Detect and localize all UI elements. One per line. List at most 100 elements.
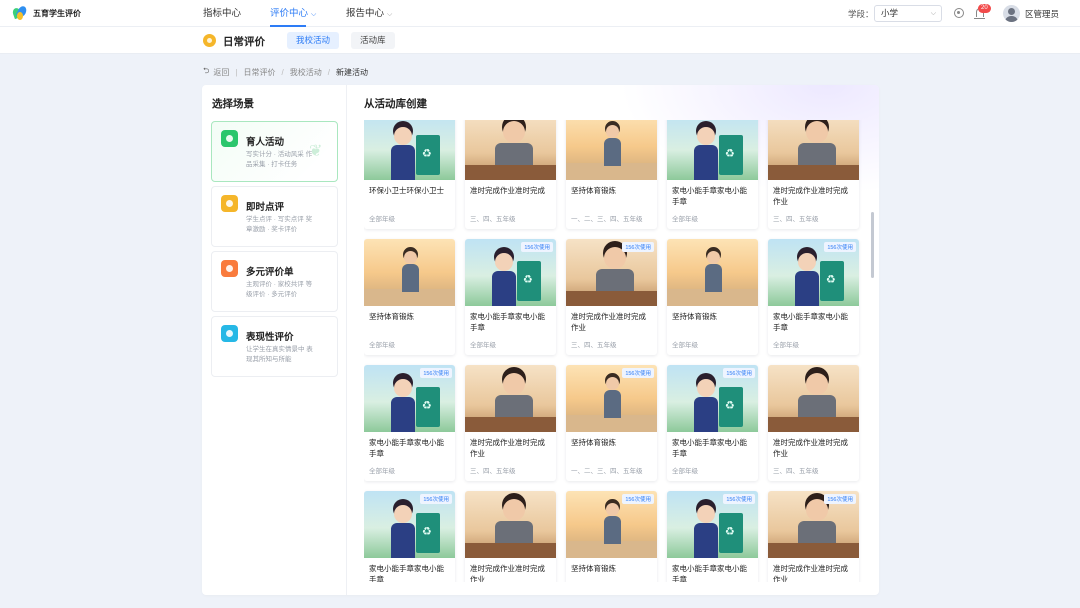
- top-nav: 五育学生评价 指标中心 评价中心 ⌵ 报告中心 ⌵ 学段： 小学 ⌵ 20 区管理员: [0, 0, 1080, 27]
- activity-grade: 一、二、三、四、五年级: [571, 216, 643, 223]
- activity-title: 准时完成作业准时完成作业: [571, 312, 646, 332]
- activity-thumbnail: 156次使用: [364, 365, 455, 432]
- activity-grade: 三、四、五年级: [470, 216, 516, 223]
- scene-name: 即时点评: [246, 202, 285, 213]
- back-link[interactable]: 返回: [213, 67, 229, 78]
- breadcrumb-item[interactable]: 我校活动: [290, 67, 322, 78]
- medal-icon: [221, 195, 238, 212]
- activity-thumbnail: 156次使用: [667, 365, 758, 432]
- scrollbar[interactable]: [871, 212, 874, 278]
- activity-thumbnail: [465, 120, 556, 180]
- usage-tag: 156次使用: [420, 494, 452, 504]
- activity-thumbnail: 156次使用: [566, 239, 657, 306]
- activity-thumbnail: 156次使用: [667, 491, 758, 558]
- main-panel: 选择场景 育人活动 写实计分 · 活动风采 作品采集 · 打卡任务 ❦ 即时点评…: [202, 85, 879, 595]
- tab-label: 活动库: [360, 35, 386, 45]
- segment-select[interactable]: 小学 ⌵: [874, 5, 942, 22]
- scene-name: 表现性评价: [246, 332, 294, 343]
- activity-title: 家电小能手章家电小能手章: [369, 438, 444, 458]
- activity-title: 准时完成作业准时完成作业: [773, 564, 848, 582]
- gear-icon[interactable]: [954, 8, 964, 18]
- activity-card[interactable]: 坚持体育锻炼 全部年级: [667, 239, 758, 355]
- activity-card[interactable]: 156次使用准时完成作业准时完成作业三、四、五年级: [768, 491, 859, 582]
- activity-title: 准时完成作业准时完成作业: [773, 438, 848, 458]
- activity-title: 准时完成作业准时完成作业: [470, 564, 545, 582]
- activity-grade: 全部年级: [672, 468, 698, 475]
- activity-grade: 全部年级: [672, 216, 698, 223]
- activity-grade: 全部年级: [369, 468, 395, 475]
- tab-my-school-activities[interactable]: 我校活动: [287, 32, 340, 49]
- activity-thumbnail: [667, 239, 758, 306]
- tab-activity-library[interactable]: 活动库: [351, 32, 395, 49]
- activity-card[interactable]: 环保小卫士环保小卫士全部年级: [364, 120, 455, 229]
- activity-card[interactable]: 156次使用坚持体育锻炼一、二、三、四、五年级: [566, 491, 657, 582]
- activity-title: 准时完成作业准时完成: [470, 186, 545, 195]
- activity-card[interactable]: 准时完成作业准时完成作业三、四、五年级: [465, 365, 556, 481]
- back-arrow-icon[interactable]: ⮌: [203, 65, 209, 79]
- activity-grade: 全部年级: [369, 342, 395, 349]
- chevron-down-icon: ⌵: [387, 11, 393, 18]
- brand[interactable]: 五育学生评价: [11, 4, 81, 20]
- activity-card[interactable]: 156次使用家电小能手章家电小能手章全部年级: [768, 239, 859, 355]
- activity-thumbnail: 156次使用: [465, 239, 556, 306]
- activity-card[interactable]: 156次使用家电小能手章家电小能手章全部年级: [465, 239, 556, 355]
- activity-title: 准时完成作业准时完成作业: [773, 186, 848, 206]
- sprout-decoration-icon: ❦: [309, 143, 323, 160]
- scene-name: 多元评价单: [246, 267, 294, 278]
- activity-card[interactable]: 156次使用家电小能手章家电小能手章全部年级: [667, 365, 758, 481]
- activity-card[interactable]: 准时完成作业准时完成作业三、四、五年级: [465, 491, 556, 582]
- card-grid-inner: 环保小卫士环保小卫士全部年级准时完成作业准时完成三、四、五年级坚持体育锻炼一、二…: [364, 120, 859, 582]
- nav-item-evaluation[interactable]: 评价中心 ⌵: [270, 0, 316, 27]
- scene-card-multi-evaluation[interactable]: 多元评价单 主观评价 · 家校共评 等级评价 · 多元评价: [211, 251, 338, 312]
- activity-grade: 三、四、五年级: [773, 216, 819, 223]
- page-title: 日常评价: [223, 36, 265, 48]
- activity-card[interactable]: 坚持体育锻炼 全部年级: [364, 239, 455, 355]
- activity-title: 坚持体育锻炼: [571, 186, 616, 195]
- activity-card[interactable]: 家电小能手章家电小能手章全部年级: [667, 120, 758, 229]
- chevron-down-icon: ⌵: [311, 11, 317, 18]
- activity-card[interactable]: 156次使用家电小能手章家电小能手章全部年级: [364, 365, 455, 481]
- activity-grade: 一、二、三、四、五年级: [571, 468, 643, 475]
- activity-card[interactable]: 准时完成作业准时完成 三、四、五年级: [465, 120, 556, 229]
- breadcrumb-separator: /: [327, 67, 330, 77]
- activity-title: 家电小能手章家电小能手章: [672, 186, 747, 206]
- activity-thumbnail: [768, 120, 859, 180]
- activity-thumbnail: 156次使用: [566, 491, 657, 558]
- usage-tag: 156次使用: [622, 368, 654, 378]
- usage-tag: 156次使用: [824, 242, 856, 252]
- activity-grade: 全部年级: [773, 342, 799, 349]
- user-name[interactable]: 区管理员: [1025, 8, 1059, 20]
- star-icon: [221, 260, 238, 277]
- activity-card[interactable]: 156次使用准时完成作业准时完成作业三、四、五年级: [566, 239, 657, 355]
- activity-title: 家电小能手章家电小能手章: [773, 312, 848, 332]
- breadcrumb-item[interactable]: 日常评价: [244, 67, 276, 78]
- activity-card[interactable]: 156次使用家电小能手章家电小能手章全部年级: [364, 491, 455, 582]
- activity-card-grid: 环保小卫士环保小卫士全部年级准时完成作业准时完成三、四、五年级坚持体育锻炼一、二…: [364, 120, 869, 582]
- segment-value: 小学: [881, 8, 899, 18]
- activity-card[interactable]: 坚持体育锻炼一、二、三、四、五年级: [566, 120, 657, 229]
- activity-card[interactable]: 准时完成作业准时完成作业三、四、五年级: [768, 120, 859, 229]
- scene-card-instant-review[interactable]: 即时点评 学生点评 · 写实点评 奖章激励 · 奖卡评价: [211, 186, 338, 247]
- tab-label: 我校活动: [296, 35, 331, 45]
- activity-card[interactable]: 156次使用坚持体育锻炼一、二、三、四、五年级: [566, 365, 657, 481]
- activity-title: 坚持体育锻炼: [672, 312, 717, 321]
- activity-thumbnail: 156次使用: [364, 491, 455, 558]
- activity-thumbnail: [667, 120, 758, 180]
- activity-thumbnail: [465, 365, 556, 432]
- activity-thumbnail: 156次使用: [768, 491, 859, 558]
- avatar[interactable]: [1003, 5, 1020, 22]
- activity-thumbnail: [566, 120, 657, 180]
- segment-label: 学段：: [848, 9, 874, 19]
- nav-item-reports[interactable]: 报告中心 ⌵: [346, 0, 392, 27]
- activity-card[interactable]: 准时完成作业准时完成作业三、四、五年级: [768, 365, 859, 481]
- scene-card-education-activity[interactable]: 育人活动 写实计分 · 活动风采 作品采集 · 打卡任务 ❦: [211, 121, 338, 182]
- activity-card[interactable]: 156次使用家电小能手章家电小能手章全部年级: [667, 491, 758, 582]
- nav-item-label: 评价中心: [270, 8, 309, 19]
- activity-grade: 三、四、五年级: [470, 468, 516, 475]
- activity-grade: 三、四、五年级: [571, 342, 617, 349]
- nav-item-indicators[interactable]: 指标中心: [203, 0, 241, 27]
- scene-card-performance-evaluation[interactable]: 表现性评价 让学生在真实情景中 表现其所知与所能: [211, 316, 338, 377]
- activity-thumbnail: [364, 120, 455, 180]
- scene-panel: 选择场景 育人活动 写实计分 · 活动风采 作品采集 · 打卡任务 ❦ 即时点评…: [202, 85, 347, 595]
- breadcrumb-separator: |: [235, 67, 238, 77]
